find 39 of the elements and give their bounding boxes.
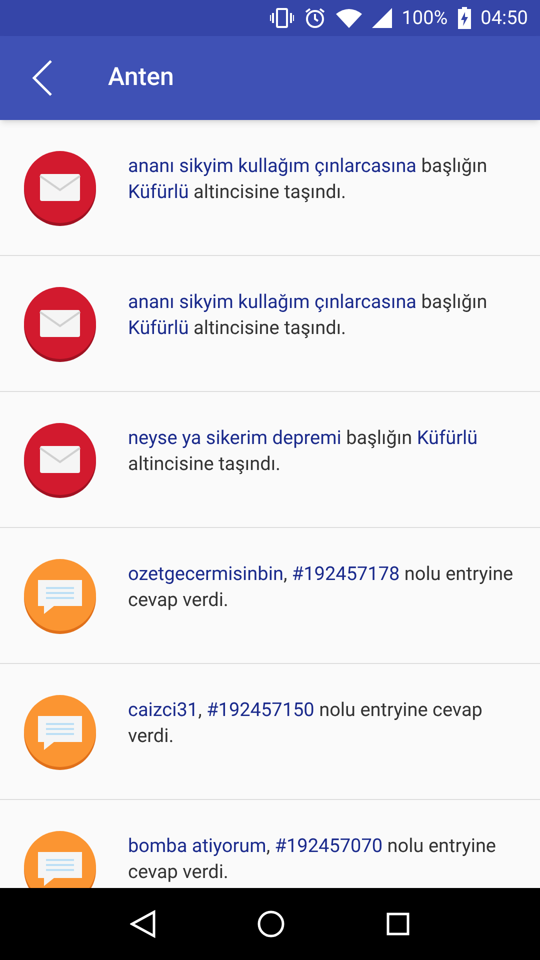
envelope-icon: [22, 422, 98, 498]
link[interactable]: ananı sikyim kullağım çınlarcasına: [128, 154, 417, 177]
notification-text: ozetgecermisinbin, #192457178 nolu entryine cevap verdi.: [128, 561, 514, 613]
link[interactable]: Küfürlü: [128, 180, 189, 203]
recents-square-icon: [386, 912, 410, 936]
link[interactable]: #192457150: [206, 698, 314, 721]
notification-text: caizci31, #192457150 nolu entryine cevap verdi.: [128, 697, 484, 749]
notification-item[interactable]: ananı sikyim kullağım çınlarcasına başlığın Küfürlü altincisine taşındı.: [0, 256, 540, 392]
notification-item[interactable]: neyse ya sikerim depremi başlığın Küfürlü altincisine taşındı.: [0, 392, 540, 528]
envelope-icon: [22, 286, 98, 362]
home-circle-icon: [256, 910, 285, 938]
link[interactable]: caizci31: [128, 698, 198, 721]
signal-icon: [372, 8, 392, 28]
back-triangle-icon: [130, 910, 156, 938]
notification-text: ananı sikyim kullağım çınlarcasına başlığın Küfürlü altincisine taşındı.: [128, 153, 488, 205]
alarm-icon: [304, 7, 326, 29]
link[interactable]: #192457070: [274, 834, 383, 857]
notification-text: neyse ya sikerim depremi başlığın Küfürlü altincisine taşındı.: [128, 425, 479, 477]
link[interactable]: neyse ya sikerim depremi: [128, 426, 342, 449]
notification-text: bomba atiyorum, #192457070 nolu entryine cevap verdi.: [128, 833, 498, 885]
link[interactable]: #192457178: [292, 562, 400, 585]
link[interactable]: Küfürlü: [128, 316, 189, 339]
wifi-icon: [336, 8, 362, 28]
notification-text: ananı sikyim kullağım çınlarcasına başlığın Küfürlü altincisine taşındı.: [128, 289, 488, 341]
notification-item[interactable]: ananı sikyim kullağım çınlarcasına başlığın Küfürlü altincisine taşındı.: [0, 120, 540, 256]
screen-title: Anten: [108, 62, 174, 94]
clock-time: 04:50: [480, 4, 528, 31]
notification-item[interactable]: caizci31, #192457150 nolu entryine cevap verdi.: [0, 664, 540, 800]
link[interactable]: Küfürlü: [416, 426, 478, 449]
link[interactable]: bomba atiyorum: [128, 834, 266, 857]
battery-percentage: 100%: [402, 4, 448, 31]
speech-bubble-icon: [22, 558, 98, 634]
link[interactable]: ozetgecermisinbin: [128, 562, 284, 585]
speech-bubble-icon: [22, 694, 98, 770]
vibrate-icon: [270, 7, 294, 29]
envelope-icon: [22, 150, 98, 226]
notification-item[interactable]: ozetgecermisinbin, #192457178 nolu entryine cevap verdi.: [0, 528, 540, 664]
battery-charging-icon: [458, 7, 471, 29]
link[interactable]: ananı sikyim kullağım çınlarcasına: [128, 290, 417, 313]
